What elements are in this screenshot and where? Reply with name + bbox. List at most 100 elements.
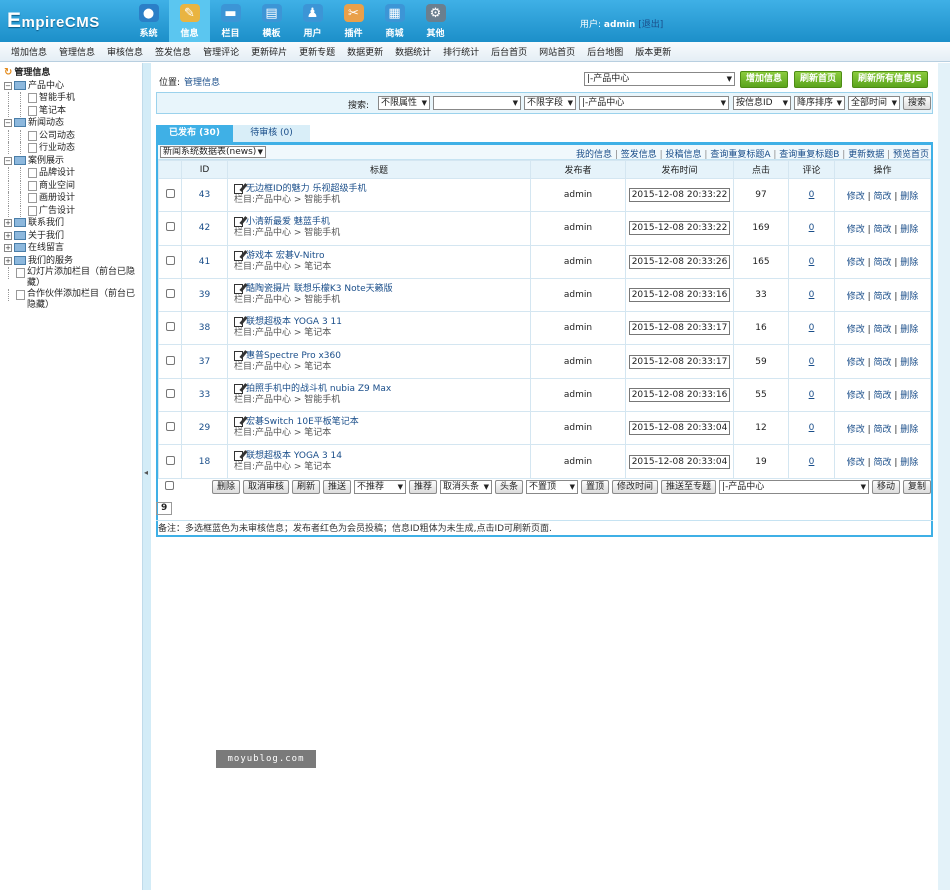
move-button[interactable]: 移动 [871,480,900,495]
headline-button[interactable]: 头条 [495,480,524,495]
edit-time-button[interactable]: 修改时间 [612,480,659,495]
cat-path[interactable]: 产品中心 > 笔记本 [255,428,331,438]
delete-link[interactable]: 删除 [900,391,918,401]
push-special-button[interactable]: 推送至专题 [661,480,717,495]
id-link[interactable]: 38 [199,323,210,333]
list-action-3[interactable]: 查询重复标题A [710,150,770,160]
row-checkbox[interactable] [165,289,175,299]
subnav-item-11[interactable]: 网站首页 [539,45,575,58]
subnav-item-6[interactable]: 更新专题 [299,45,335,58]
delete-link[interactable]: 删除 [900,458,918,468]
simple-edit-link[interactable]: 简改 [873,458,891,468]
refresh-js-button[interactable]: 刷新所有信息JS [852,71,928,88]
comments-link[interactable]: 0 [809,390,815,400]
row-id[interactable]: 39 [181,277,228,313]
edit-document-icon[interactable] [234,417,243,428]
row-checkbox[interactable] [165,222,175,232]
top-button[interactable]: 置顶 [581,480,610,495]
time-select[interactable]: 全部时间 [848,96,900,110]
search-button[interactable]: 搜索 [903,96,932,110]
move-column-select[interactable]: |-产品中心 [719,480,869,495]
id-link[interactable]: 41 [199,257,210,267]
field-select[interactable]: 不限字段 [524,96,576,110]
refresh-tree-icon[interactable]: ↻ [4,67,12,79]
edit-link[interactable]: 修改 [847,358,865,368]
subnav-item-13[interactable]: 版本更新 [635,45,671,58]
subnav-item-1[interactable]: 管理信息 [59,45,95,58]
page-count[interactable]: 9 [156,502,173,515]
id-link[interactable]: 33 [199,390,210,400]
logout-link[interactable]: [退出] [638,20,663,30]
nav-item-5[interactable]: ✂ 插件 [333,0,374,42]
cat-path[interactable]: 产品中心 > 智能手机 [255,228,340,238]
nav-item-2[interactable]: ▬ 栏目 [210,0,251,42]
edit-link[interactable]: 修改 [847,425,865,435]
list-action-6[interactable]: 预览首页 [893,150,929,160]
edit-link[interactable]: 修改 [847,292,865,302]
row-id[interactable]: 43 [181,177,228,213]
id-link[interactable]: 37 [199,357,210,367]
title-link[interactable]: 小清新最爱 魅蓝手机 [246,217,330,227]
nav-item-1[interactable]: ✎ 信息 [169,0,210,42]
edit-document-icon[interactable] [234,317,243,328]
expand-icon[interactable]: + [4,231,12,240]
comments-link[interactable]: 0 [809,357,815,367]
row-checkbox[interactable] [165,422,175,432]
delete-link[interactable]: 删除 [900,225,918,235]
subnav-item-4[interactable]: 管理评论 [203,45,239,58]
comments-link[interactable]: 0 [809,257,815,267]
sidebar-item-16[interactable]: 合作伙伴添加栏目（前台已隐藏） [4,289,142,311]
row-id[interactable]: 37 [181,344,228,379]
list-action-0[interactable]: 我的信息 [576,150,612,160]
comments-link[interactable]: 0 [809,457,815,467]
empirecms-logo[interactable]: EmpireCMS [7,9,100,33]
row-checkbox[interactable] [165,388,175,398]
time-field[interactable]: 2015-12-08 20:33:16 [628,387,731,402]
subnav-item-3[interactable]: 签发信息 [155,45,191,58]
keyword-input[interactable] [433,96,521,110]
subnav-item-8[interactable]: 数据统计 [395,45,431,58]
push-button[interactable]: 推送 [323,480,352,495]
delete-link[interactable]: 删除 [900,192,918,202]
delete-link[interactable]: 删除 [900,325,918,335]
sidebar-item-3[interactable]: − 新闻动态 [4,117,142,130]
expand-icon[interactable]: + [4,219,12,227]
recommend-select[interactable]: 不推荐 [354,480,407,495]
sidebar-item-14[interactable]: + 我们的服务 [4,255,142,268]
sidebar-item-13[interactable]: + 在线留言 [4,242,142,255]
sidebar-splitter[interactable]: ◂ [142,63,151,890]
cat-path[interactable]: 产品中心 > 智能手机 [255,395,340,405]
cat-path[interactable]: 产品中心 > 笔记本 [255,262,331,272]
collapse-icon[interactable]: − [4,156,12,165]
cat-path[interactable]: 产品中心 > 智能手机 [255,195,340,205]
collapse-icon[interactable]: − [4,119,12,127]
edit-link[interactable]: 修改 [847,391,865,401]
row-checkbox[interactable] [165,189,175,199]
select-all-checkbox[interactable] [165,481,174,491]
edit-document-icon[interactable] [234,217,243,228]
subnav-item-12[interactable]: 后台地图 [587,45,623,58]
row-id[interactable]: 38 [181,311,228,346]
simple-edit-link[interactable]: 简改 [873,358,891,368]
cat-path[interactable]: 产品中心 > 智能手机 [255,295,340,305]
title-link[interactable]: 游戏本 宏碁V-Nitro [246,251,325,261]
subnav-item-0[interactable]: 增加信息 [11,45,47,58]
title-link[interactable]: 宏碁Switch 10E平板笔记本 [246,417,359,427]
cat-path[interactable]: 产品中心 > 笔记本 [255,362,331,372]
row-checkbox[interactable] [165,322,175,332]
sidebar-item-5[interactable]: 行业动态 [4,142,142,155]
edit-document-icon[interactable] [234,184,243,195]
id-link[interactable]: 43 [199,190,210,200]
cat-path[interactable]: 产品中心 > 笔记本 [255,328,331,338]
row-checkbox[interactable] [165,355,175,365]
collapse-icon[interactable]: − [4,81,12,90]
edit-link[interactable]: 修改 [847,192,865,202]
nav-item-0[interactable]: ● 系统 [128,0,169,42]
col-id[interactable]: ID [181,160,228,179]
collapse-arrow-icon[interactable]: ◂ [144,468,148,477]
id-link[interactable]: 18 [199,457,210,467]
id-link[interactable]: 29 [199,423,210,433]
list-action-4[interactable]: 查询重复标题B [779,150,839,160]
delete-link[interactable]: 删除 [900,425,918,435]
sidebar-item-0[interactable]: − 产品中心 [4,80,142,93]
